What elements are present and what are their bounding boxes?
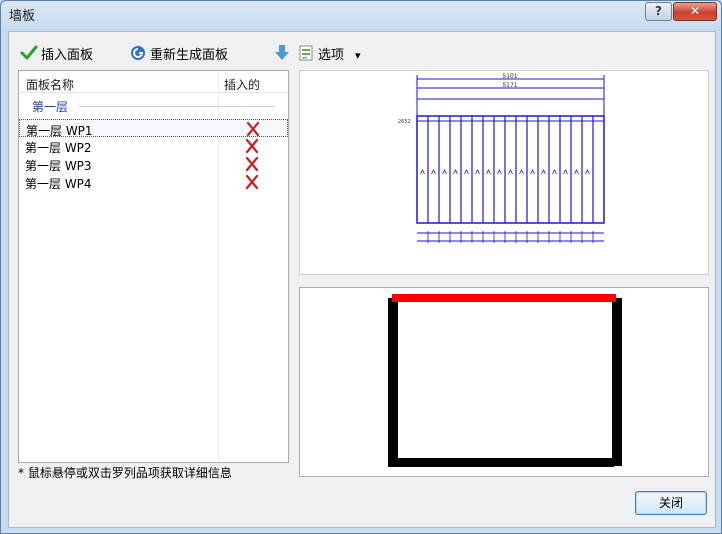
stud-marker (574, 169, 579, 175)
stud-marker (530, 169, 535, 175)
dialog-body: 插入面板 重新生成面板 选项 ▾ 面板名称 插入的 第一层 第一层 WP1 第一… (8, 31, 716, 528)
close-button[interactable]: 关闭 (635, 491, 707, 515)
options-label: 选项 (318, 47, 345, 63)
panel-name: 第一层 WP3 (25, 159, 92, 173)
help-button[interactable]: ? (645, 2, 672, 21)
plan-preview (299, 287, 709, 477)
hint-text: * 鼠标悬停或双击罗列品项获取详细信息 (18, 466, 232, 480)
not-inserted-icon (244, 138, 260, 154)
panel-name: 第一层 WP4 (25, 177, 92, 191)
window-title: 墙板 (9, 9, 36, 24)
stud-marker (431, 169, 436, 175)
stud-marker (442, 169, 447, 175)
download-arrow-button[interactable] (273, 44, 291, 62)
wall-elevation-drawing: 5101 5171 2652 (398, 73, 605, 243)
not-inserted-icon (244, 156, 260, 172)
title-bar: 墙板 ? ✕ (1, 1, 721, 27)
plan-wall-bottom (388, 458, 614, 467)
stud-marker (475, 169, 480, 175)
stud-marker (420, 169, 425, 175)
regenerate-panel-label: 重新生成面板 (150, 47, 229, 63)
list-header: 面板名称 插入的 (19, 71, 288, 93)
panel-list: 面板名称 插入的 第一层 第一层 WP1 第一层 WP2 第一层 WP3 第一层… (18, 70, 289, 463)
regenerate-panel-button[interactable]: 重新生成面板 (129, 44, 229, 63)
insert-panel-button[interactable]: 插入面板 (20, 44, 94, 63)
stud-marker (486, 169, 491, 175)
stud-marker (585, 169, 590, 175)
toolbar: 插入面板 重新生成面板 选项 ▾ (9, 32, 715, 68)
column-header-inserted[interactable]: 插入的 (224, 76, 260, 93)
panel-name: 第一层 WP2 (25, 141, 92, 155)
not-inserted-icon (244, 174, 260, 190)
list-item[interactable]: 第一层 WP3 (19, 155, 288, 173)
group-divider (79, 106, 275, 107)
stud-marker (508, 169, 513, 175)
stud-marker (563, 169, 568, 175)
plan-wall-highlight (392, 294, 616, 302)
wall-plan-drawing (388, 294, 622, 467)
options-icon (297, 44, 315, 62)
regenerate-icon (129, 44, 147, 62)
down-arrow-icon (273, 44, 291, 62)
plan-wall-left (388, 298, 398, 466)
stud-marker (519, 169, 524, 175)
not-inserted-icon (245, 121, 261, 137)
window-close-button[interactable]: ✕ (673, 2, 717, 21)
list-item[interactable]: 第一层 WP4 (19, 173, 288, 191)
stud-marker (453, 169, 458, 175)
dialog-window: 墙板 ? ✕ 插入面板 重新生成面板 选项 ▾ 面板名称 插入的 第一层 第一层… (0, 0, 722, 534)
group-header[interactable]: 第一层 (32, 98, 68, 115)
options-dropdown-icon[interactable]: ▾ (355, 46, 361, 64)
options-button[interactable]: 选项 (297, 44, 345, 63)
elevation-preview: 5101 5171 2652 (299, 70, 709, 275)
dimension-inner: 5171 (502, 82, 517, 89)
list-item[interactable]: 第一层 WP1 (19, 119, 288, 138)
dimension-height: 2652 (398, 119, 411, 125)
insert-panel-label: 插入面板 (41, 47, 94, 63)
dimension-total: 5101 (502, 73, 517, 80)
list-item[interactable]: 第一层 WP2 (19, 137, 288, 155)
stud-marker (541, 169, 546, 175)
checkmark-icon (20, 44, 38, 62)
column-header-name[interactable]: 面板名称 (26, 76, 74, 93)
plan-wall-right (612, 298, 622, 466)
stud-marker (464, 169, 469, 175)
stud-marker (497, 169, 502, 175)
stud-marker (552, 169, 557, 175)
